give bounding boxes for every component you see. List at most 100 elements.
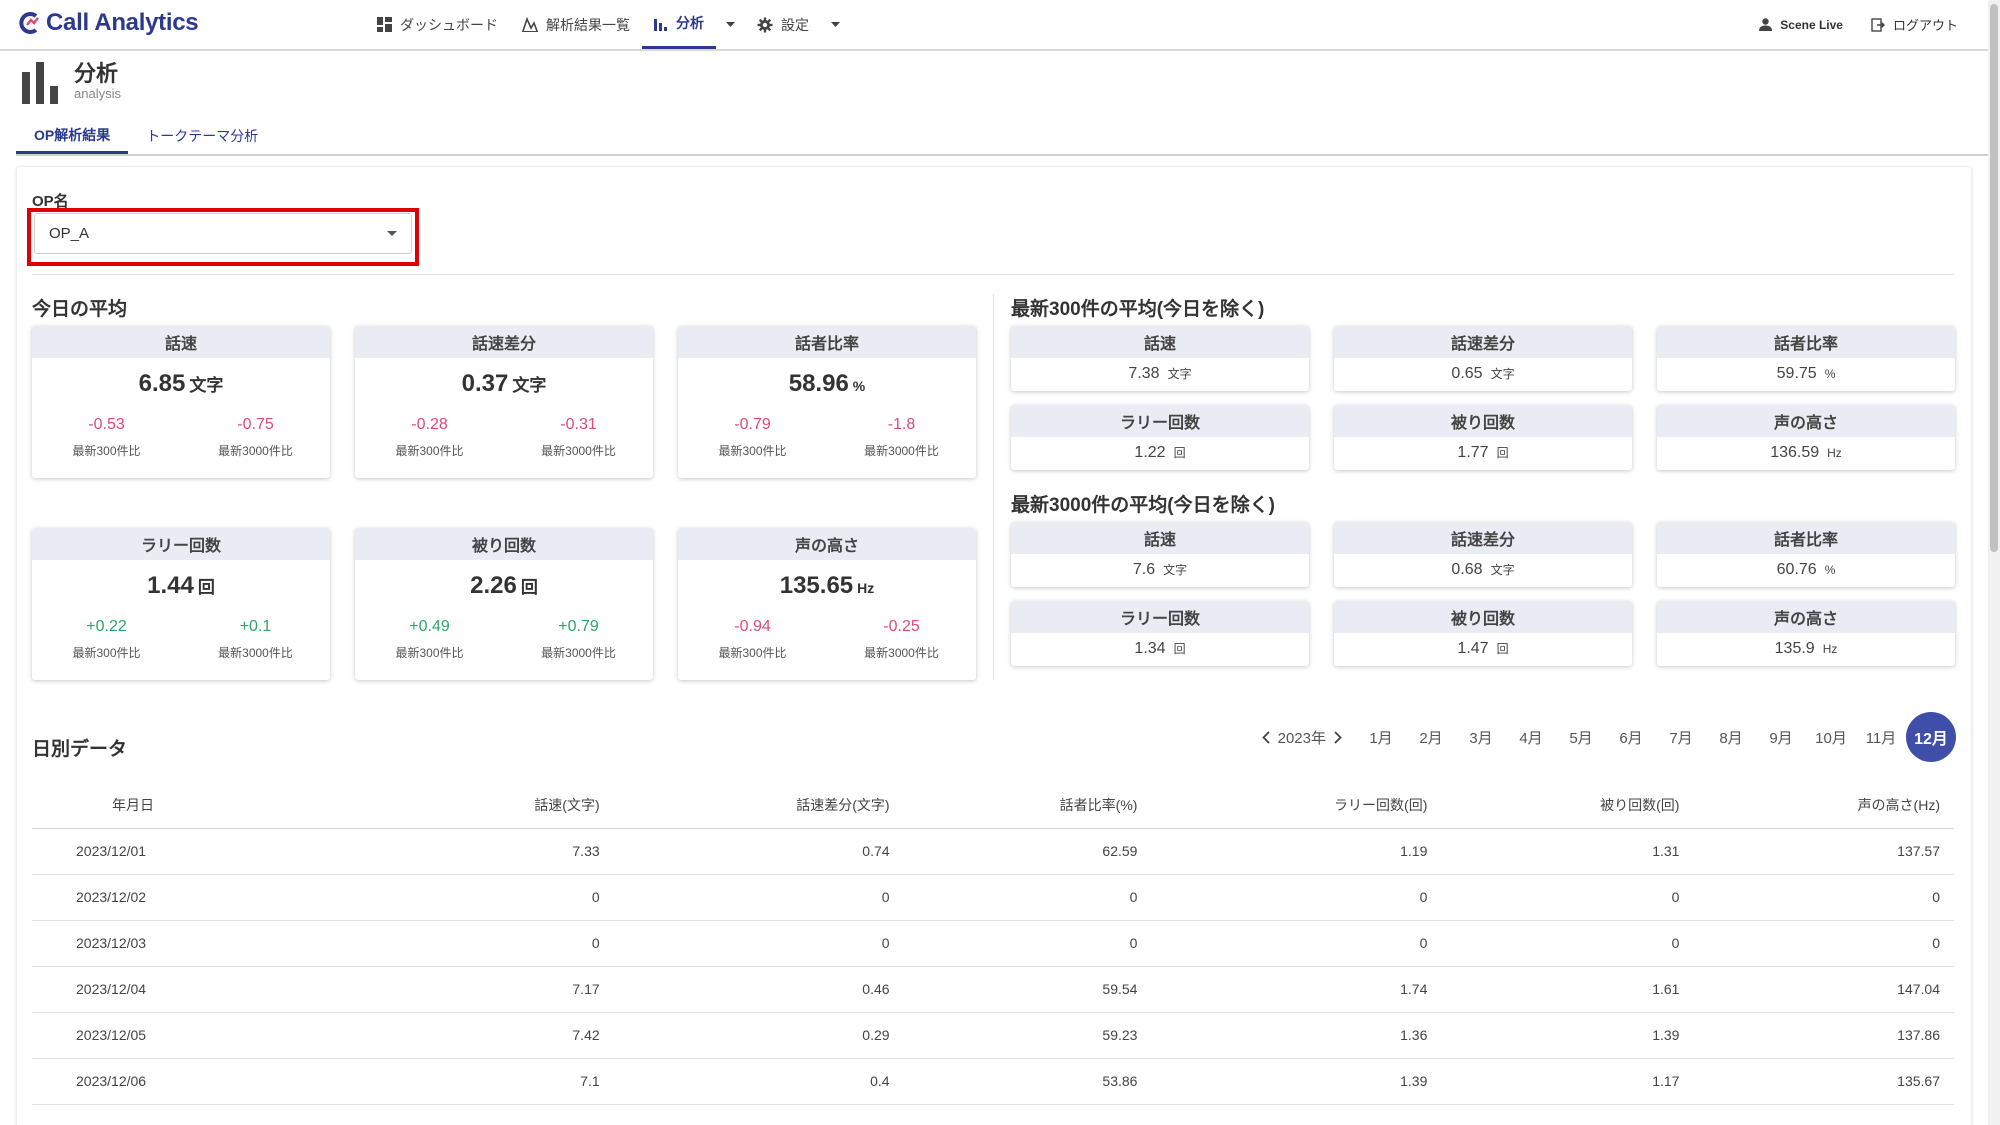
bar-chart-icon <box>654 18 667 31</box>
latest3000-stat-card: 声の高さ 135.9 Hz <box>1657 601 1955 666</box>
nav-dashboard[interactable]: ダッシュボード <box>365 0 510 49</box>
column-header[interactable]: 話者比率(%) <box>903 782 1152 829</box>
today-stat-card: 被り回数 2.26 回 +0.49 最新300件比 +0.79 最新3000件比 <box>355 528 653 680</box>
month-3[interactable]: 3月 <box>1456 727 1506 748</box>
table-cell: 7.1 <box>399 1058 614 1105</box>
month-5[interactable]: 5月 <box>1556 727 1606 748</box>
scrollbar-thumb[interactable] <box>1990 4 1998 552</box>
stat-label: 声の高さ <box>1657 405 1955 437</box>
latest3000-stat-card: 話速 7.6 文字 <box>1011 522 1309 587</box>
app-logo[interactable]: Call Analytics <box>16 9 199 37</box>
column-header[interactable]: 声の高さ(Hz) <box>1693 782 1954 829</box>
stat-label: ラリー回数 <box>1011 405 1309 437</box>
month-12[interactable]: 12月 <box>1906 712 1956 762</box>
stat-diffs: -0.53 最新300件比 -0.75 最新3000件比 <box>32 416 330 459</box>
table-row: 2023/12/05 7.42 0.29 59.23 1.36 1.39 137.86 <box>32 1012 1954 1059</box>
month-2[interactable]: 2月 <box>1406 727 1456 748</box>
month-8[interactable]: 8月 <box>1706 727 1756 748</box>
table-cell: 0.74 <box>613 828 904 875</box>
logout-label: ログアウト <box>1892 18 1958 33</box>
stat-unit: 文字 <box>512 376 547 395</box>
tab-talk-theme[interactable]: トークテーマ分析 <box>128 118 276 154</box>
nav-settings[interactable]: 設定 <box>745 0 821 49</box>
nav-results[interactable]: 解析結果一覧 <box>510 0 642 49</box>
stat-label: 被り回数 <box>1334 405 1632 437</box>
stat-value-row: 1.22 回 <box>1011 444 1309 462</box>
table-cell: 7.42 <box>399 1012 614 1059</box>
table-cell: 0 <box>1693 920 1954 967</box>
table-row: 2023/12/02 0 0 0 0 0 0 <box>32 874 1954 921</box>
stat-label: 話速 <box>32 326 330 358</box>
month-7[interactable]: 7月 <box>1656 727 1706 748</box>
month-11[interactable]: 11月 <box>1856 727 1906 748</box>
table-cell: 1.36 <box>1151 1012 1442 1059</box>
latest3000-stat-card: 話速差分 0.68 文字 <box>1334 522 1632 587</box>
stat-diff: +0.22 最新300件比 <box>32 618 181 661</box>
chart-line-icon <box>522 17 538 32</box>
table-cell: 7.33 <box>399 828 614 875</box>
month-9[interactable]: 9月 <box>1756 727 1806 748</box>
latest300-stat-card: 被り回数 1.77 回 <box>1334 405 1632 470</box>
stat-unit: 回 <box>520 578 538 597</box>
stat-value: 1.47 <box>1457 640 1489 657</box>
chevron-right-icon[interactable] <box>1334 730 1342 744</box>
user-menu[interactable]: Scene Live <box>1759 18 1843 32</box>
table-cell: 2023/12/03 <box>32 920 400 967</box>
tab-op-results[interactable]: OP解析結果 <box>16 118 129 154</box>
stat-unit: Hz <box>857 580 875 596</box>
month-6[interactable]: 6月 <box>1606 727 1656 748</box>
stat-diff-label: 最新3000件比 <box>541 444 616 458</box>
stat-value: 135.65 <box>779 572 854 599</box>
month-10[interactable]: 10月 <box>1806 727 1856 748</box>
stat-value: 0.68 <box>1451 561 1483 578</box>
chevron-left-icon[interactable] <box>1261 730 1270 744</box>
stat-diff: +0.79 最新3000件比 <box>504 618 653 661</box>
stat-diff-label: 最新3000件比 <box>541 646 616 660</box>
stat-diffs: +0.49 最新300件比 +0.79 最新3000件比 <box>355 618 653 661</box>
stat-value-row: 0.37 文字 <box>355 370 653 398</box>
stat-label: 被り回数 <box>1334 601 1632 633</box>
divider <box>32 274 1954 275</box>
stat-unit: 文字 <box>1167 367 1192 381</box>
stat-value-row: 1.47 回 <box>1334 640 1632 658</box>
stat-value: 60.76 <box>1776 561 1817 578</box>
stat-value-row: 0.65 文字 <box>1334 365 1632 383</box>
today-stat-card: 声の高さ 135.65 Hz -0.94 最新300件比 -0.25 最新3000件比 <box>678 528 976 680</box>
nav-analysis-label: 分析 <box>676 15 704 31</box>
stat-unit: Hz <box>1827 446 1842 460</box>
column-header[interactable]: 話速(文字) <box>399 782 614 829</box>
stat-diff: -0.28 最新300件比 <box>355 416 504 459</box>
page-title: 分析 <box>74 61 119 86</box>
column-header[interactable]: ラリー回数(回) <box>1151 782 1442 829</box>
stat-value-row: 2.26 回 <box>355 572 653 600</box>
table-row: 2023/12/04 7.17 0.46 59.54 1.74 1.61 147.04 <box>32 966 1954 1013</box>
column-header[interactable]: 話速差分(文字) <box>613 782 904 829</box>
table-cell: 53.86 <box>903 1058 1152 1105</box>
table-cell: 2023/12/02 <box>32 874 400 921</box>
column-header[interactable]: 年月日 <box>32 782 400 829</box>
nav-settings-dropdown[interactable] <box>821 0 850 49</box>
user-area: Scene Live ログアウト <box>1759 0 1958 49</box>
logout-link[interactable]: ログアウト <box>1871 15 1958 34</box>
month-1[interactable]: 1月 <box>1356 727 1406 748</box>
stat-value-row: 1.34 回 <box>1011 640 1309 658</box>
table-cell: 0 <box>1693 874 1954 921</box>
stat-diff: -0.31 最新3000件比 <box>504 416 653 459</box>
nav-analysis[interactable]: 分析 <box>642 0 716 49</box>
latest300-stat-card: 声の高さ 136.59 Hz <box>1657 405 1955 470</box>
stat-diff-label: 最新3000件比 <box>864 444 939 458</box>
month-4[interactable]: 4月 <box>1506 727 1556 748</box>
stat-label: ラリー回数 <box>1011 601 1309 633</box>
stat-diff-label: 最新300件比 <box>718 444 787 458</box>
table-cell: 0 <box>1441 920 1694 967</box>
scrollbar[interactable] <box>1988 0 2000 1125</box>
table-cell: 0 <box>903 920 1152 967</box>
latest300-stat-card: ラリー回数 1.22 回 <box>1011 405 1309 470</box>
stat-label: 話速 <box>1011 522 1309 554</box>
table-cell: 0 <box>399 874 614 921</box>
column-header[interactable]: 被り回数(回) <box>1441 782 1694 829</box>
table-cell: 137.57 <box>1693 828 1954 875</box>
stat-diff-label: 最新300件比 <box>718 646 787 660</box>
nav-analysis-dropdown[interactable] <box>716 0 745 49</box>
latest300-stat-card: 話者比率 59.75% <box>1657 326 1955 391</box>
